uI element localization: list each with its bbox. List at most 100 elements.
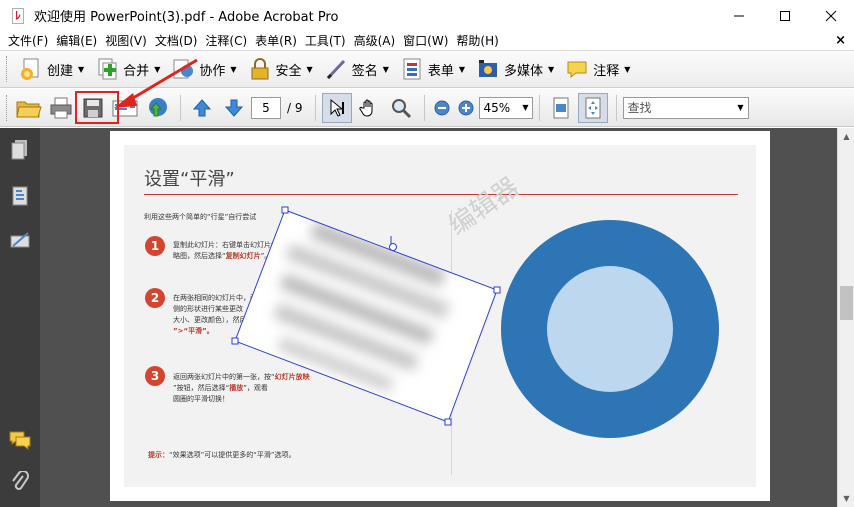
open-button[interactable] bbox=[14, 93, 44, 123]
comments-icon bbox=[9, 431, 31, 450]
magnifier-icon bbox=[391, 98, 411, 118]
fit-page-icon bbox=[585, 97, 600, 118]
pen-icon bbox=[323, 56, 349, 82]
comment-icon bbox=[564, 56, 590, 82]
close-button[interactable] bbox=[808, 0, 854, 31]
zoom-in-icon bbox=[458, 100, 473, 115]
previous-page-button[interactable] bbox=[187, 93, 217, 123]
slide-tip: 提示：“效果选项”可以提供更多的“平滑”选项。 bbox=[148, 451, 296, 459]
page-fit-width-icon bbox=[553, 97, 568, 118]
sign-label: 签名 bbox=[351, 63, 378, 79]
acrobat-pdf-icon: ﾚ bbox=[10, 7, 26, 24]
menu-window[interactable]: 窗口(W) bbox=[403, 32, 448, 49]
file-toolbar: 5 / 9 45% ▼ 查找 ▼ bbox=[0, 89, 854, 127]
combine-label: 合并 bbox=[123, 63, 150, 79]
minimize-icon bbox=[734, 15, 744, 16]
close-icon bbox=[825, 10, 837, 21]
menu-tools[interactable]: 工具(T) bbox=[305, 32, 346, 49]
create-button[interactable]: 创建 ▼ bbox=[14, 54, 88, 84]
secure-button[interactable]: 安全 ▼ bbox=[243, 54, 317, 84]
sign-button[interactable]: 签名 ▼ bbox=[319, 54, 393, 84]
collaborate-label: 协作 bbox=[199, 63, 226, 79]
find-input[interactable]: 查找 ▼ bbox=[622, 96, 749, 119]
upload-button[interactable] bbox=[142, 93, 172, 123]
menu-bar: 文件(F) 编辑(E) 视图(V) 文档(D) 注释(C) 表单(R) 工具(T… bbox=[0, 31, 854, 49]
fit-page-button[interactable] bbox=[577, 92, 608, 123]
step-number-2: 2 bbox=[145, 288, 165, 308]
bookmarks-panel-button[interactable] bbox=[8, 184, 32, 208]
signatures-panel-button[interactable] bbox=[8, 228, 32, 252]
maximize-button[interactable] bbox=[762, 0, 808, 31]
zoom-in-button[interactable] bbox=[455, 93, 477, 123]
page-number-input[interactable]: 5 bbox=[251, 96, 281, 119]
save-button-highlight bbox=[75, 91, 119, 124]
comment-button[interactable]: 注释 ▼ bbox=[560, 54, 634, 84]
multimedia-icon bbox=[475, 56, 501, 82]
arrow-down-icon bbox=[224, 99, 244, 117]
slide-title: 设置“平滑” bbox=[144, 169, 235, 190]
forms-button[interactable]: 表单 ▼ bbox=[395, 54, 469, 84]
folder-open-icon bbox=[16, 101, 42, 117]
next-page-button[interactable] bbox=[219, 93, 249, 123]
select-cursor-icon bbox=[330, 98, 344, 117]
document-close-button[interactable]: × bbox=[835, 31, 846, 49]
combine-icon bbox=[94, 56, 120, 82]
tasks-toolbar: 创建 ▼ 合并 ▼ 协作 ▼ 安全 ▼ 签名 ▼ 表单 ▼ 多媒体 ▼ 注释 ▼ bbox=[0, 50, 854, 88]
pages-icon bbox=[11, 140, 27, 160]
menu-forms[interactable]: 表单(R) bbox=[255, 32, 297, 49]
step-number-3: 3 bbox=[145, 366, 165, 386]
select-tool-button[interactable] bbox=[321, 92, 352, 123]
secure-label: 安全 bbox=[275, 63, 302, 79]
paperclip-icon bbox=[12, 471, 29, 490]
menu-file[interactable]: 文件(F) bbox=[8, 32, 48, 49]
title-bar: ﾚ 欢迎使用 PowerPoint(3).pdf - Adobe Acrobat… bbox=[0, 0, 854, 31]
scroll-down-arrow-icon[interactable]: ▼ bbox=[838, 490, 854, 507]
menu-view[interactable]: 视图(V) bbox=[105, 32, 147, 49]
scroll-thumb[interactable] bbox=[840, 286, 853, 320]
marquee-zoom-button[interactable] bbox=[386, 93, 416, 123]
collaborate-icon bbox=[170, 56, 196, 82]
pages-panel-button[interactable] bbox=[8, 138, 32, 162]
attachments-panel-button[interactable] bbox=[8, 470, 32, 494]
combine-button[interactable]: 合并 ▼ bbox=[90, 54, 164, 84]
multimedia-label: 多媒体 bbox=[504, 63, 544, 79]
chevron-down-icon: ▼ bbox=[522, 102, 529, 112]
create-label: 创建 bbox=[47, 63, 74, 79]
navigation-panel bbox=[0, 128, 40, 507]
zoom-level-value: 45% bbox=[483, 100, 511, 115]
find-placeholder: 查找 bbox=[627, 100, 652, 115]
hand-icon bbox=[358, 99, 372, 117]
toolbar-grip[interactable] bbox=[6, 56, 10, 82]
vertical-scrollbar[interactable]: ▲ ▼ bbox=[837, 128, 854, 507]
arrow-up-icon bbox=[192, 98, 212, 116]
title-underline bbox=[144, 194, 738, 195]
menu-help[interactable]: 帮助(H) bbox=[456, 32, 498, 49]
bookmarks-icon bbox=[12, 186, 28, 206]
menu-advanced[interactable]: 高级(A) bbox=[354, 32, 396, 49]
hand-tool-button[interactable] bbox=[354, 93, 384, 123]
step-text-1: 复制此幻灯片：右键单击幻灯片缩 略图，然后选择“复制幻灯片”。 bbox=[173, 241, 278, 260]
menu-comments[interactable]: 注释(C) bbox=[205, 32, 247, 49]
comment-label: 注释 bbox=[593, 63, 620, 79]
zoom-out-button[interactable] bbox=[431, 93, 453, 123]
menu-document[interactable]: 文档(D) bbox=[155, 32, 198, 49]
printer-icon bbox=[50, 97, 72, 118]
forms-label: 表单 bbox=[427, 63, 454, 79]
print-button[interactable] bbox=[46, 93, 76, 123]
chevron-down-icon: ▼ bbox=[737, 102, 744, 112]
zoom-level-select[interactable]: 45% ▼ bbox=[478, 96, 533, 119]
page-total: / 9 bbox=[287, 100, 303, 115]
multimedia-button[interactable]: 多媒体 ▼ bbox=[471, 54, 558, 84]
signature-icon bbox=[10, 232, 30, 248]
scrolling-mode-button[interactable] bbox=[546, 93, 576, 123]
step-text-2: 在两张相同的幻灯片中，改变右 侧的形状进行某些更改（例如更改 大小、更改颜色），… bbox=[173, 294, 279, 335]
create-icon bbox=[18, 56, 44, 82]
slide-subtitle: 利用这些两个简单的“行星”自行尝试 bbox=[144, 213, 257, 221]
minimize-button[interactable] bbox=[716, 0, 762, 31]
collaborate-button[interactable]: 协作 ▼ bbox=[166, 54, 240, 84]
toolbar2-grip[interactable] bbox=[6, 94, 10, 121]
form-icon bbox=[399, 56, 425, 82]
comments-panel-button[interactable] bbox=[8, 428, 32, 452]
scroll-up-arrow-icon[interactable]: ▲ bbox=[838, 128, 854, 145]
menu-edit[interactable]: 编辑(E) bbox=[56, 32, 97, 49]
